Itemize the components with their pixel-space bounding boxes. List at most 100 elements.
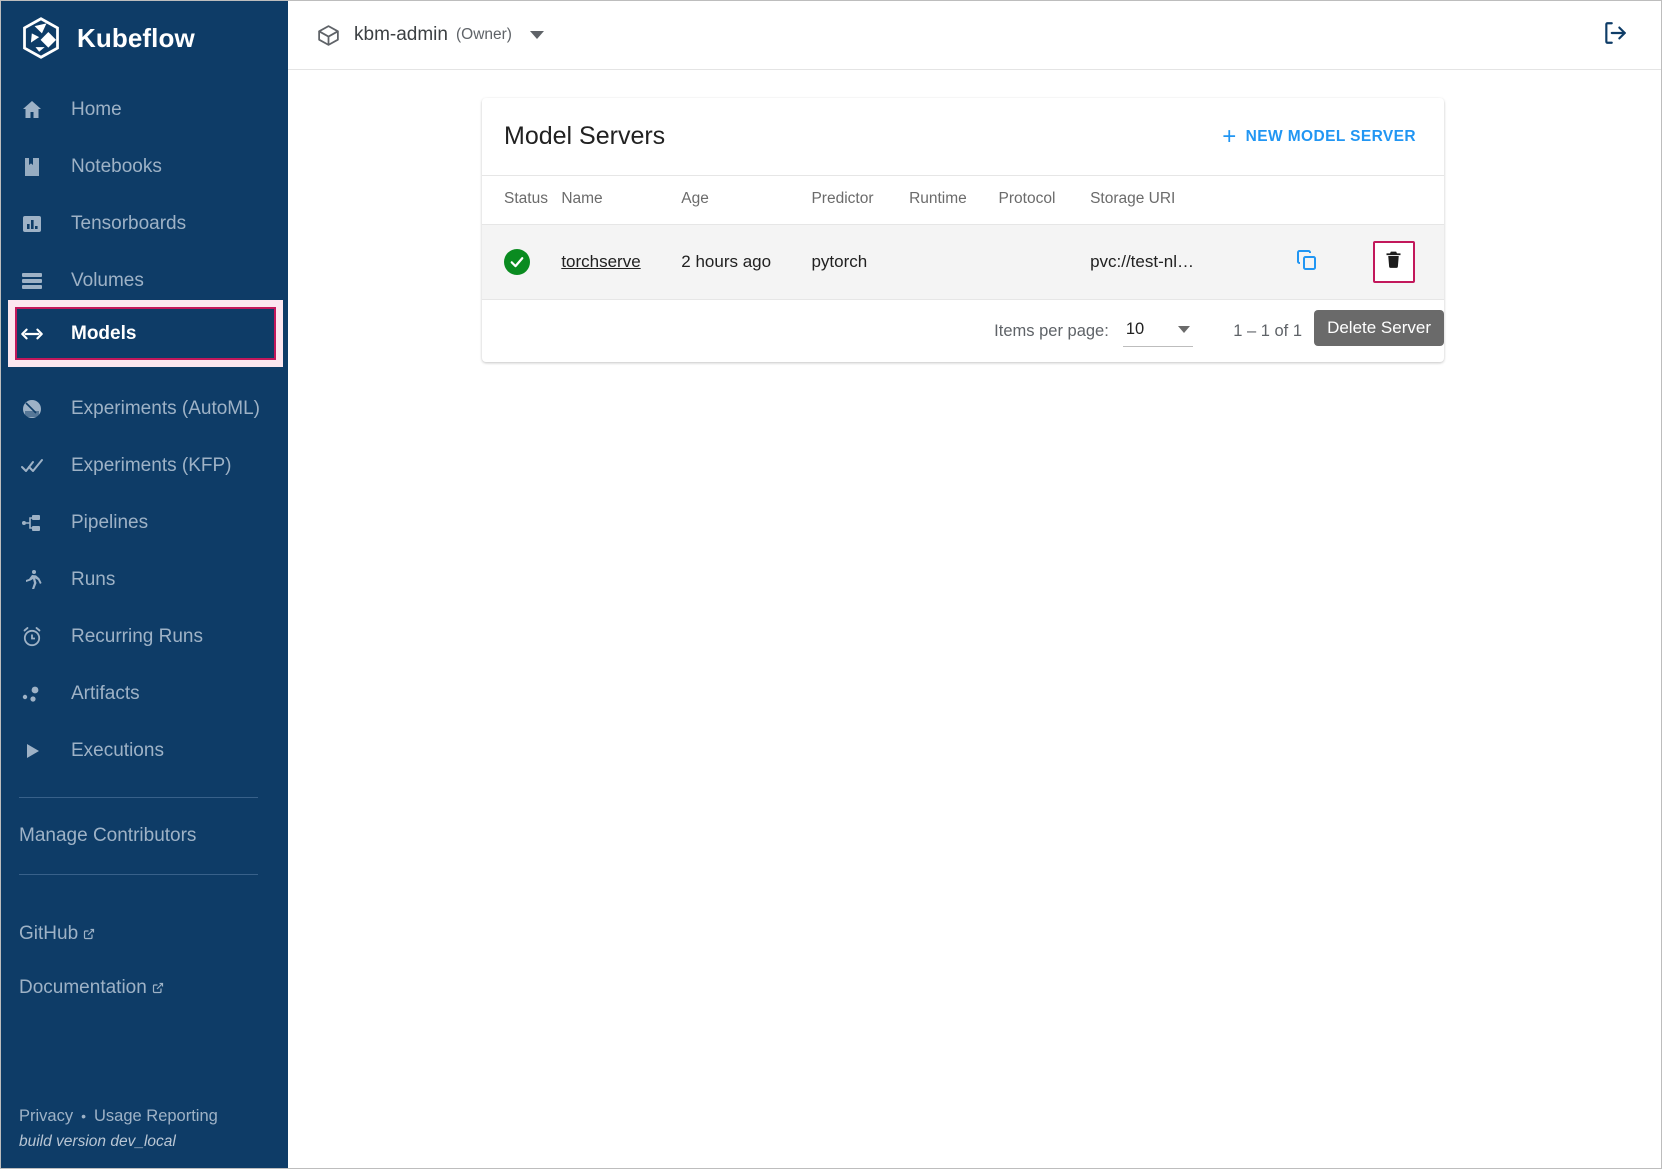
table-body: torchserve 2 hours ago pytorch pvc://tes… <box>482 224 1444 300</box>
column-header-protocol: Protocol <box>998 175 1091 225</box>
column-header-copy-action <box>1289 175 1373 225</box>
cell-age: 2 hours ago <box>681 224 812 300</box>
sidebar-item-label: Tensorboards <box>71 212 187 234</box>
sidebar-item-home[interactable]: Home <box>1 81 288 138</box>
sidebar-item-label: Notebooks <box>71 155 162 177</box>
sidebar-item-tensorboards[interactable]: Tensorboards <box>1 195 288 252</box>
build-version-label: build version dev_local <box>19 1133 176 1150</box>
manage-contributors-label: Manage Contributors <box>19 825 197 846</box>
sidebar-item-label: Experiments (KFP) <box>71 454 232 476</box>
cell-delete-action <box>1372 224 1444 300</box>
kubeflow-logo-icon <box>19 16 63 60</box>
table-row[interactable]: torchserve 2 hours ago pytorch pvc://tes… <box>482 224 1444 300</box>
check-circle-icon <box>504 249 530 275</box>
card-header: Model Servers + NEW MODEL SERVER <box>482 98 1444 175</box>
table-header-row: Status Name Age Predictor Runtime Protoc… <box>482 175 1444 225</box>
notebook-icon <box>19 154 45 180</box>
items-per-page-select[interactable]: 10 <box>1122 316 1194 347</box>
cell-copy-action <box>1289 224 1373 300</box>
topbar: kbm-admin (Owner) <box>288 1 1661 70</box>
chevron-down-icon <box>529 31 544 39</box>
sidebar-item-manage-contributors[interactable]: Manage Contributors <box>1 816 288 856</box>
pipeline-icon <box>19 510 45 536</box>
cell-name: torchserve <box>561 224 682 300</box>
cell-runtime <box>909 224 999 300</box>
sidebar-item-label: Recurring Runs <box>71 625 203 647</box>
column-header-runtime: Runtime <box>909 175 999 225</box>
external-link-icon <box>83 924 95 939</box>
footer-separator: • <box>81 1108 86 1124</box>
model-servers-table: Status Name Age Predictor Runtime Protoc… <box>482 175 1444 300</box>
chevron-down-icon <box>1178 325 1191 333</box>
sidebar-item-notebooks[interactable]: Notebooks <box>1 138 288 195</box>
brand[interactable]: Kubeflow <box>1 1 288 75</box>
namespace-name: kbm-admin <box>354 24 448 45</box>
sidebar-item-pipelines[interactable]: Pipelines <box>1 494 288 551</box>
github-label: GitHub <box>19 923 79 944</box>
pagination-range-label: 1 – 1 of 1 <box>1233 321 1302 340</box>
sidebar-divider-bottom <box>19 874 258 875</box>
column-header-status: Status <box>482 175 562 225</box>
sidebar-footer: Privacy • Usage Reporting build version … <box>1 1104 218 1154</box>
namespace-role: (Owner) <box>455 26 512 43</box>
table-pagination: Items per page: 10 1 – 1 of 1 Delete Ser… <box>482 300 1444 362</box>
experiment-icon <box>19 396 45 422</box>
sidebar-item-volumes[interactable]: Volumes <box>1 252 288 309</box>
double-check-icon <box>19 453 45 479</box>
model-server-link[interactable]: torchserve <box>561 252 640 271</box>
new-model-server-button[interactable]: + NEW MODEL SERVER <box>1218 122 1420 152</box>
sidebar-item-label: Experiments (AutoML) <box>71 397 261 419</box>
sidebar-item-experiments-automl[interactable]: Experiments (AutoML) <box>1 380 288 437</box>
logout-button[interactable] <box>1595 15 1635 55</box>
plus-icon: + <box>1222 122 1237 150</box>
sidebar-nav: Home Notebooks Tensorboards Volumes Mode… <box>1 81 288 779</box>
sidebar-item-models[interactable]: Models <box>15 307 276 360</box>
alarm-clock-icon <box>19 624 45 650</box>
cell-storage-uri: pvc://test-nl… <box>1090 224 1290 300</box>
play-triangle-icon <box>19 738 45 764</box>
sidebar-divider-top <box>19 797 258 798</box>
table-head: Status Name Age Predictor Runtime Protoc… <box>482 175 1444 225</box>
sidebar-item-github[interactable]: GitHub <box>1 907 288 961</box>
cell-predictor: pytorch <box>811 224 910 300</box>
sidebar-item-recurring-runs[interactable]: Recurring Runs <box>1 608 288 665</box>
namespace-selector[interactable]: kbm-admin (Owner) <box>316 23 544 48</box>
delete-button[interactable] <box>1372 241 1415 283</box>
main-area: kbm-admin (Owner) Model Servers + NEW MO… <box>288 1 1661 1168</box>
privacy-link[interactable]: Privacy <box>19 1104 73 1129</box>
model-servers-card: Model Servers + NEW MODEL SERVER Status … <box>482 98 1444 362</box>
sidebar: Kubeflow Home Notebooks Tensorboards Vol… <box>1 1 288 1168</box>
external-link-icon <box>152 978 164 993</box>
sidebar-item-label: Home <box>71 98 122 120</box>
new-model-server-label: NEW MODEL SERVER <box>1245 127 1416 145</box>
storage-icon <box>19 268 45 294</box>
chart-bar-icon <box>19 211 45 237</box>
sidebar-item-label: Models <box>71 322 137 344</box>
content-region: Model Servers + NEW MODEL SERVER Status … <box>288 70 1661 1168</box>
runner-icon <box>19 567 45 593</box>
sidebar-item-artifacts[interactable]: Artifacts <box>1 665 288 722</box>
copy-icon <box>1295 248 1319 277</box>
usage-reporting-link[interactable]: Usage Reporting <box>94 1104 218 1129</box>
delete-server-tooltip: Delete Server <box>1314 310 1444 346</box>
sidebar-item-label: Executions <box>71 739 164 761</box>
sidebar-item-label: Runs <box>71 568 116 590</box>
sidebar-item-runs[interactable]: Runs <box>1 551 288 608</box>
sidebar-item-executions[interactable]: Executions <box>1 722 288 779</box>
page-title: Model Servers <box>504 122 666 150</box>
documentation-label: Documentation <box>19 977 147 998</box>
home-icon <box>19 97 45 123</box>
sidebar-item-label: Artifacts <box>71 682 140 704</box>
artifacts-icon <box>19 681 45 707</box>
copy-button[interactable] <box>1289 244 1325 280</box>
column-header-predictor: Predictor <box>811 175 910 225</box>
cell-status <box>482 224 562 300</box>
trash-icon <box>1383 249 1404 275</box>
sidebar-external-links: GitHub Documentation <box>1 907 288 1015</box>
sidebar-item-documentation[interactable]: Documentation <box>1 961 288 1015</box>
sidebar-item-experiments-kfp[interactable]: Experiments (KFP) <box>1 437 288 494</box>
column-header-age: Age <box>681 175 812 225</box>
kubeflow-app-window: Kubeflow Home Notebooks Tensorboards Vol… <box>0 0 1662 1169</box>
items-per-page-value: 10 <box>1125 319 1145 338</box>
column-header-name: Name <box>561 175 682 225</box>
